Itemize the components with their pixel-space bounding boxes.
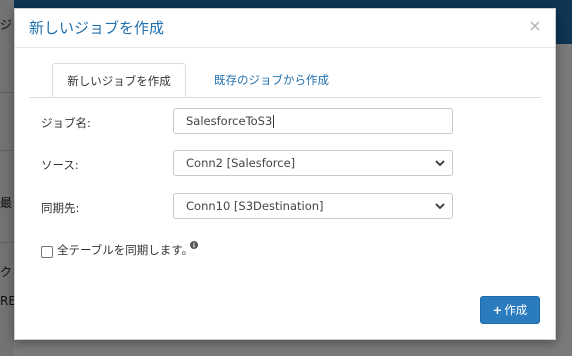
job-name-input[interactable]: SalesforceToS3 (173, 108, 453, 134)
chevron-down-icon (435, 203, 445, 210)
close-icon[interactable]: × (527, 17, 543, 35)
source-selected-value: Conn2 [Salesforce] (186, 156, 296, 170)
destination-selected-value: Conn10 [S3Destination] (186, 199, 324, 213)
source-label: ソース: (41, 158, 79, 172)
destination-select[interactable]: Conn10 [S3Destination] (173, 193, 453, 219)
job-name-label: ジョブ名: (41, 116, 91, 130)
plus-icon: + (492, 303, 503, 317)
tab-from-existing-job[interactable]: 既存のジョブから作成 (202, 63, 341, 97)
create-job-dialog: 新しいジョブを作成 × 新しいジョブを作成 既存のジョブから作成 ジョブ名: S… (14, 8, 556, 340)
dialog-header: 新しいジョブを作成 × (15, 9, 555, 48)
info-icon[interactable] (190, 241, 198, 249)
source-select[interactable]: Conn2 [Salesforce] (173, 150, 453, 176)
tab-bar: 新しいジョブを作成 既存のジョブから作成 (29, 59, 541, 98)
destination-label: 同期先: (41, 201, 80, 215)
text-cursor (273, 115, 275, 128)
tab-new-job[interactable]: 新しいジョブを作成 (52, 63, 186, 97)
create-button-label: 作成 (504, 303, 528, 317)
chevron-down-icon (435, 160, 445, 167)
sync-all-label[interactable]: 全テーブルを同期します。 (57, 242, 193, 258)
create-button[interactable]: + 作成 (480, 296, 540, 324)
sync-all-checkbox[interactable] (41, 246, 53, 258)
dialog-title: 新しいジョブを作成 (29, 19, 165, 37)
job-name-value: SalesforceToS3 (186, 114, 273, 128)
